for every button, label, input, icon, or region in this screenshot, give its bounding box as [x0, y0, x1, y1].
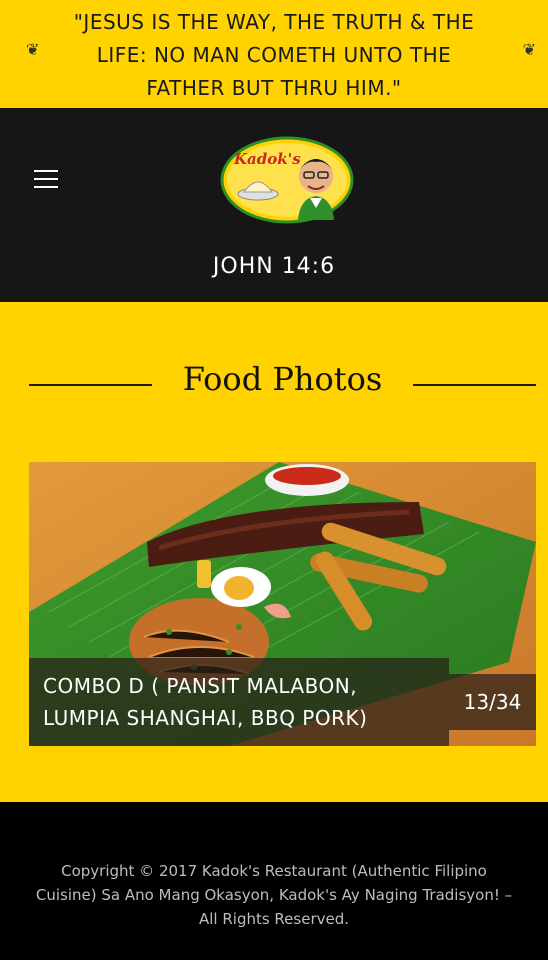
- photo-counter: 13/34: [449, 674, 536, 730]
- menu-icon[interactable]: [34, 170, 58, 190]
- verse-reference: JOHN 14:6: [212, 254, 336, 279]
- divider-line: [413, 384, 536, 386]
- sprig-icon: ❦: [26, 40, 40, 59]
- site-footer: Copyright © 2017 Kadok's Restaurant (Aut…: [0, 802, 548, 960]
- sprig-icon: ❦: [522, 40, 536, 59]
- section-header: Food Photos: [29, 360, 536, 410]
- copyright-text: Copyright © 2017 Kadok's Restaurant (Aut…: [35, 862, 513, 928]
- quote-banner: ❦ "JESUS IS THE WAY, THE TRUTH & THE LIF…: [0, 0, 548, 108]
- photo-caption: COMBO D ( PANSIT MALABON, LUMPIA SHANGHA…: [29, 658, 449, 746]
- quote-text: "JESUS IS THE WAY, THE TRUTH & THE LIFE:…: [73, 10, 475, 100]
- section-title: Food Photos: [182, 360, 383, 398]
- kadoks-logo[interactable]: Kadok's: [220, 136, 354, 224]
- logo-text: Kadok's: [233, 150, 301, 168]
